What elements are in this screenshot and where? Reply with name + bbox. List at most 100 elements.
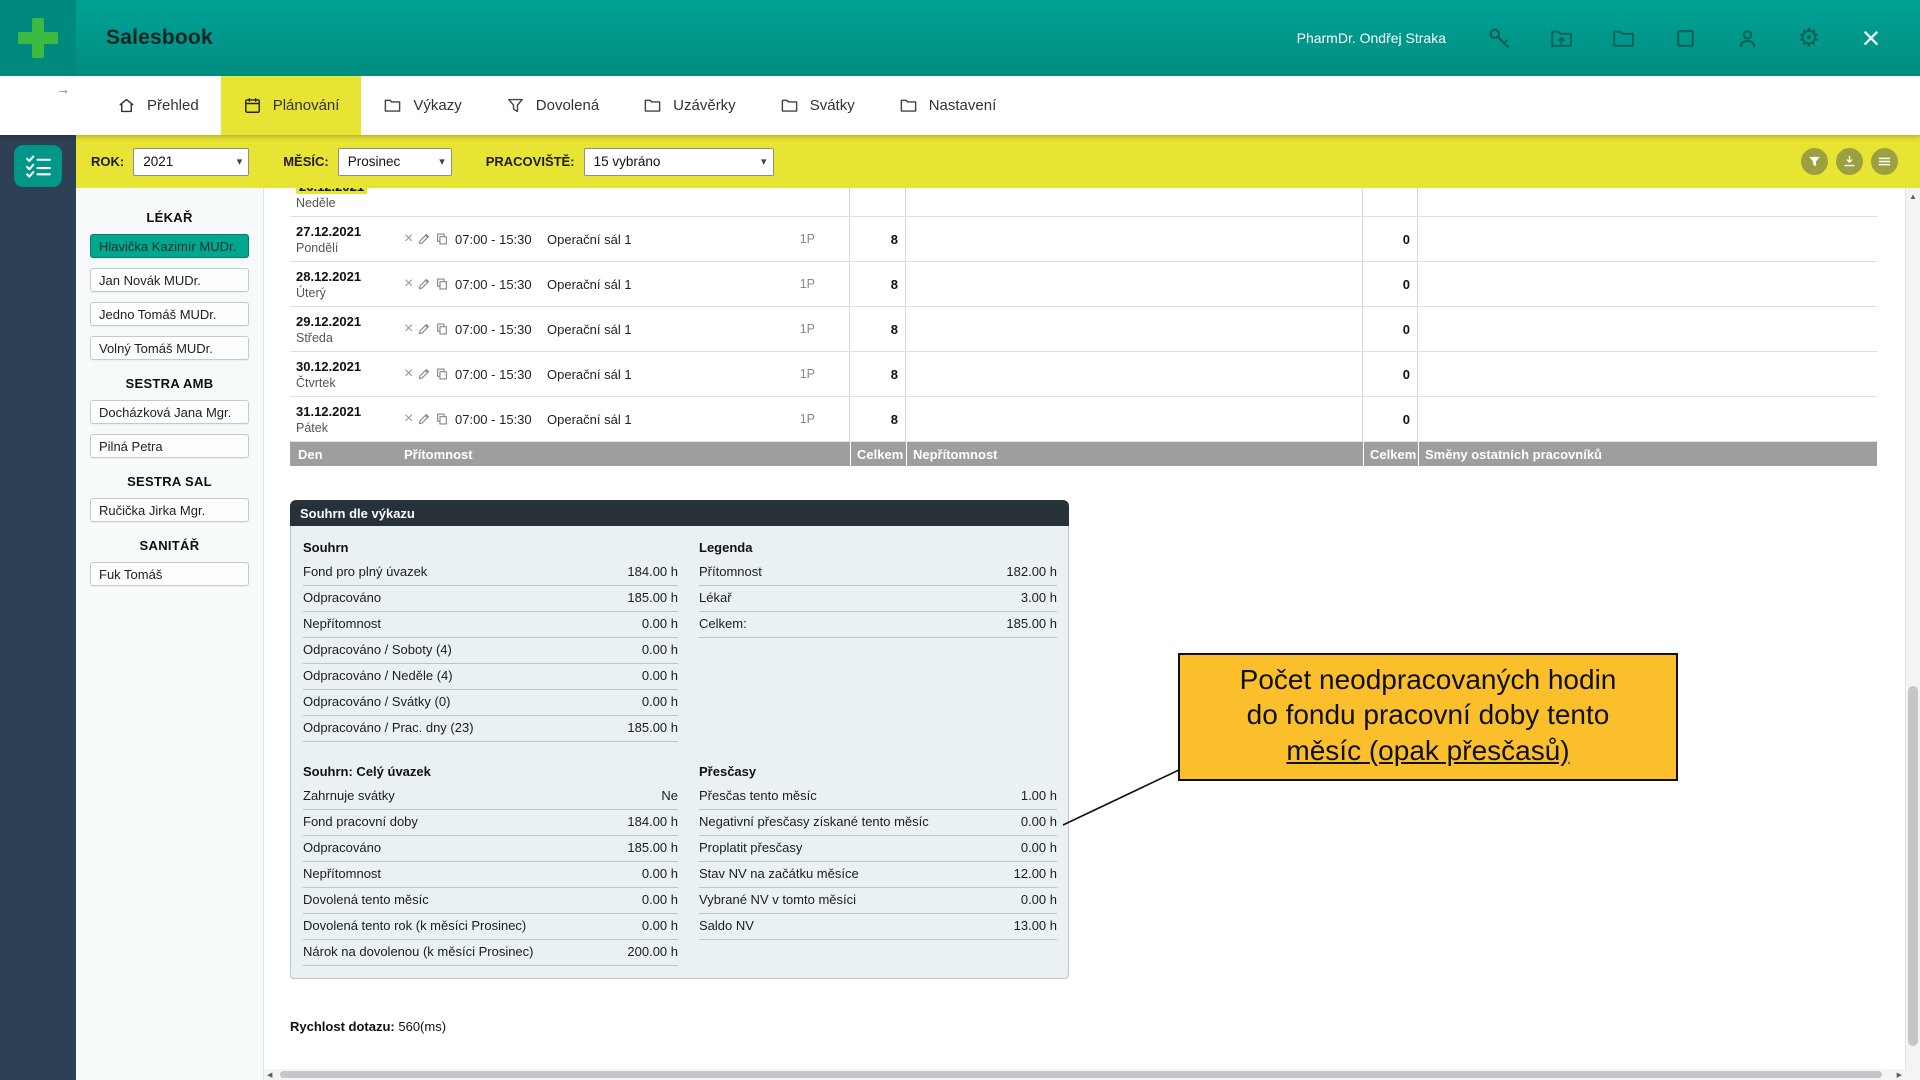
summary-label: Negativní přesčasy získané tento měsíc bbox=[699, 814, 929, 830]
tab-label: Uzávěrky bbox=[673, 97, 736, 114]
tab-planovani[interactable]: Plánování bbox=[221, 76, 362, 135]
summary-value: 0.00 h bbox=[642, 694, 678, 710]
tab-prehled[interactable]: Přehled bbox=[95, 76, 221, 135]
row-day: Čtvrtek bbox=[296, 376, 404, 390]
query-speed-status: Rychlost dotazu: 560(ms) bbox=[290, 1019, 446, 1034]
tab-label: Plánování bbox=[273, 97, 340, 114]
edit-shift-icon[interactable] bbox=[417, 322, 431, 336]
table-row[interactable]: 29.12.2021 Středa × 07:00 - bbox=[290, 307, 1877, 352]
summary-row: Stav NV na začátku měsíce 12.00 h bbox=[699, 862, 1057, 888]
edit-shift-icon[interactable] bbox=[417, 232, 431, 246]
summary-row: Dovolená tento měsíc 0.00 h bbox=[303, 888, 678, 914]
scroll-right-arrow[interactable]: ▶ bbox=[1897, 1069, 1902, 1080]
year-select[interactable]: 2021 ▾ bbox=[133, 148, 249, 176]
copy-shift-icon[interactable] bbox=[435, 277, 449, 291]
close-icon[interactable]: × bbox=[1858, 25, 1884, 51]
edit-shift-icon[interactable] bbox=[417, 367, 431, 381]
delete-shift-icon[interactable]: × bbox=[404, 231, 413, 247]
section-title: Souhrn: Celý úvazek bbox=[303, 758, 678, 784]
table-row[interactable]: 28.12.2021 Úterý × 07:00 - bbox=[290, 262, 1877, 307]
delete-shift-icon[interactable]: × bbox=[404, 276, 413, 292]
summary-value: 184.00 h bbox=[627, 814, 678, 830]
summary-value: 0.00 h bbox=[642, 642, 678, 658]
folder-icon[interactable] bbox=[1610, 25, 1636, 51]
horizontal-scrollbar-thumb[interactable] bbox=[280, 1071, 1882, 1078]
staff-sidebar: LÉKAŘ Hlavička Kazimír MUDr. Jan Novák MU… bbox=[76, 188, 264, 1080]
summary-value: 184.00 h bbox=[627, 564, 678, 580]
section-title: Legenda bbox=[699, 534, 1057, 560]
summary-label: Přesčas tento měsíc bbox=[699, 788, 817, 804]
tab-vykazy[interactable]: Výkazy bbox=[361, 76, 483, 135]
group-title-lekar: LÉKAŘ bbox=[76, 210, 263, 225]
summary-section-souhrn: Souhrn Fond pro plný úvazek 184.00 h Odp… bbox=[303, 534, 678, 742]
menu-button[interactable] bbox=[1871, 148, 1898, 175]
presence-cell: 31.12.2021 Pátek × 07:00 - bbox=[290, 397, 850, 441]
staff-item[interactable]: Ručička Jirka Mgr. bbox=[90, 498, 249, 522]
workplace-select[interactable]: 15 vybráno ▾ bbox=[584, 148, 774, 176]
export-button[interactable] bbox=[1836, 148, 1863, 175]
table-row[interactable]: 30.12.2021 Čtvrtek × 07:00 bbox=[290, 352, 1877, 397]
summary-row: Proplatit přesčasy 0.00 h bbox=[699, 836, 1057, 862]
user-icon[interactable] bbox=[1734, 25, 1760, 51]
summary-value: 0.00 h bbox=[1021, 892, 1057, 908]
copy-shift-icon[interactable] bbox=[435, 367, 449, 381]
col-nepritomnost: Nepřítomnost bbox=[906, 442, 1363, 466]
workplace-label: PRACOVIŠTĚ: bbox=[486, 154, 575, 169]
table-row[interactable]: 31.12.2021 Pátek × 07:00 - bbox=[290, 397, 1877, 442]
copy-shift-icon[interactable] bbox=[435, 322, 449, 336]
tab-dovolena[interactable]: Dovolená bbox=[484, 76, 621, 135]
staff-item[interactable]: Jan Novák MUDr. bbox=[90, 268, 249, 292]
app-logo[interactable] bbox=[0, 0, 76, 76]
edit-shift-icon[interactable] bbox=[417, 412, 431, 426]
copy-shift-icon[interactable] bbox=[435, 232, 449, 246]
summary-panel: Souhrn dle výkazu Souhrn Fond pro plný ú… bbox=[290, 500, 1069, 979]
filter-actions bbox=[1801, 148, 1920, 175]
shift-time: 07:00 - 15:30 bbox=[455, 232, 547, 247]
tab-svatky[interactable]: Svátky bbox=[758, 76, 877, 135]
status-label: Rychlost dotazu: bbox=[290, 1019, 395, 1034]
summary-value: 200.00 h bbox=[627, 944, 678, 960]
col-den: Den bbox=[290, 442, 404, 466]
delete-shift-icon[interactable]: × bbox=[404, 321, 413, 337]
staff-item[interactable]: Volný Tomáš MUDr. bbox=[90, 336, 249, 360]
table-row[interactable]: 27.12.2021 Pondělí × 07:00 bbox=[290, 217, 1877, 262]
delete-shift-icon[interactable]: × bbox=[404, 411, 413, 427]
app-window: Salesbook PharmDr. Ondřej Straka ⚙ × → bbox=[0, 0, 1920, 1080]
summary-value: 185.00 h bbox=[627, 720, 678, 736]
absence-cell bbox=[906, 397, 1363, 441]
vertical-scrollbar-thumb[interactable] bbox=[1908, 686, 1918, 1046]
vertical-scrollbar[interactable]: ▲ ▼ bbox=[1905, 188, 1920, 1080]
staff-list-toggle-button[interactable] bbox=[14, 145, 62, 187]
folder-upload-icon[interactable] bbox=[1548, 25, 1574, 51]
row-date: 31.12.2021 bbox=[296, 404, 404, 419]
staff-item[interactable]: Pilná Petra bbox=[90, 434, 249, 458]
summary-section-cely-uvazek: Souhrn: Celý úvazek Zahrnuje svátky Ne F… bbox=[303, 758, 678, 966]
row-actions: × bbox=[404, 321, 455, 337]
horizontal-scrollbar[interactable]: ◀ ▶ bbox=[264, 1069, 1905, 1080]
summary-label: Odpracováno / Prac. dny (23) bbox=[303, 720, 474, 736]
forward-arrow-icon[interactable]: → bbox=[56, 81, 70, 97]
tab-uzaverky[interactable]: Uzávěrky bbox=[621, 76, 758, 135]
staff-item[interactable]: Hlavička Kazimír MUDr. bbox=[90, 234, 249, 258]
month-label: MĚSÍC: bbox=[283, 154, 329, 169]
delete-shift-icon[interactable]: × bbox=[404, 366, 413, 382]
filter-button[interactable] bbox=[1801, 148, 1828, 175]
scroll-up-arrow[interactable]: ▲ bbox=[1906, 192, 1920, 201]
settings-gear-icon[interactable]: ⚙ bbox=[1796, 25, 1822, 51]
table-row[interactable]: 26.12.2021 Neděle bbox=[290, 188, 1877, 217]
staff-item[interactable]: Jedno Tomáš MUDr. bbox=[90, 302, 249, 326]
key-icon[interactable] bbox=[1486, 25, 1512, 51]
row-day: Středa bbox=[296, 331, 404, 345]
summary-label: Odpracováno bbox=[303, 840, 381, 856]
summary-value: 0.00 h bbox=[642, 866, 678, 882]
tab-nastaveni[interactable]: Nastavení bbox=[877, 76, 1019, 135]
edit-shift-icon[interactable] bbox=[417, 277, 431, 291]
summary-value: 0.00 h bbox=[642, 616, 678, 632]
col-smeny: Směny ostatních pracovníků bbox=[1418, 442, 1877, 466]
copy-shift-icon[interactable] bbox=[435, 412, 449, 426]
scroll-left-arrow[interactable]: ◀ bbox=[267, 1069, 272, 1080]
month-select[interactable]: Prosinec ▾ bbox=[338, 148, 452, 176]
staff-item[interactable]: Fuk Tomáš bbox=[90, 562, 249, 586]
staff-item[interactable]: Docházková Jana Mgr. bbox=[90, 400, 249, 424]
window-icon[interactable] bbox=[1672, 25, 1698, 51]
